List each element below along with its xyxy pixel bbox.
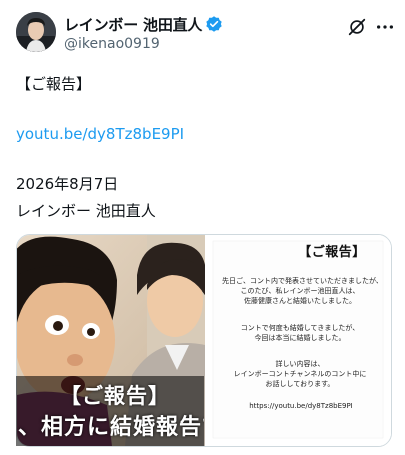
grok-icon[interactable] bbox=[346, 16, 368, 38]
tweet-text-line1: 【ご報告】 bbox=[16, 75, 92, 93]
tweet-signature: レインボー 池田直人 bbox=[16, 202, 156, 220]
avatar[interactable] bbox=[16, 12, 56, 52]
tweet-header: レインボー 池田直人 @ikenao0919 bbox=[16, 12, 393, 56]
card-line: コントで何度も結婚してきましたが、 bbox=[240, 324, 360, 332]
author-names: レインボー 池田直人 @ikenao0919 bbox=[64, 14, 223, 53]
author-display-name[interactable]: レインボー 池田直人 bbox=[64, 14, 202, 35]
thumbnail-caption-line1: 【ご報告】 bbox=[60, 384, 170, 408]
card-title: 【ご報告】 bbox=[298, 245, 366, 260]
tweet-date: 2026年8月7日 bbox=[16, 175, 119, 193]
card-line: 詳しい内容は、 bbox=[275, 360, 325, 368]
verified-badge-icon[interactable] bbox=[205, 15, 223, 33]
card-line: 佐藤健康さんと結婚いたしました。 bbox=[244, 297, 356, 305]
card-line: 今回は本当に結婚しました。 bbox=[254, 334, 346, 342]
card-line: 先日ご、コント内で発表させていただきましたが、 bbox=[222, 277, 378, 285]
more-icon[interactable] bbox=[374, 16, 396, 38]
tweet-link[interactable]: youtu.be/dy8Tz8bE9PI bbox=[16, 124, 184, 144]
card-line: レインボーコントチャンネルのコント中に bbox=[233, 370, 367, 378]
card-url: https://youtu.be/dy8Tz8bE9PI bbox=[249, 402, 353, 410]
card-line: お話ししております。 bbox=[265, 380, 335, 388]
card-line: このたび、私レインボー池田直人は、 bbox=[240, 287, 360, 295]
thumbnail-caption-line2: 、相方に結婚報告で bbox=[18, 415, 204, 440]
author-handle[interactable]: @ikenao0919 bbox=[64, 35, 223, 53]
